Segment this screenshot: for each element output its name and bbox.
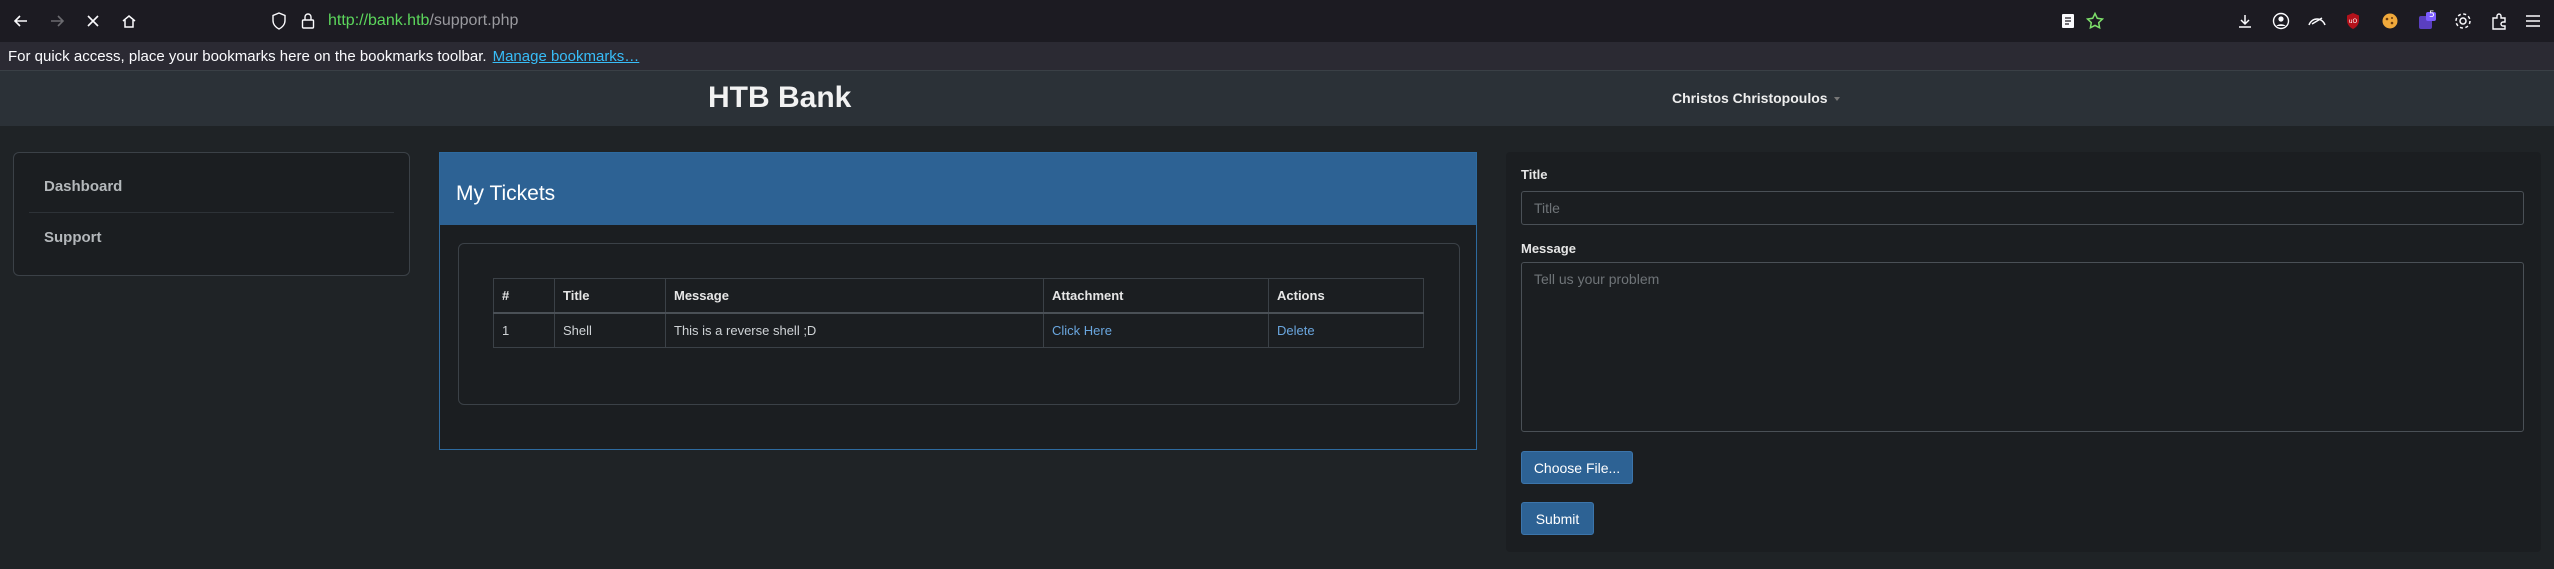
- back-icon[interactable]: [10, 10, 32, 32]
- forward-icon[interactable]: [46, 10, 68, 32]
- table-row: 1 Shell This is a reverse shell ;D Click…: [493, 312, 1424, 348]
- delete-link[interactable]: Delete: [1268, 312, 1424, 348]
- column-header-actions: Actions: [1268, 278, 1424, 314]
- url-bar[interactable]: http://bank.htb/support.php: [270, 5, 2080, 37]
- tickets-panel: My Tickets # Title Message Attachment Ac…: [439, 152, 1477, 450]
- bookmarks-hint: For quick access, place your bookmarks h…: [8, 47, 487, 65]
- column-header-attachment: Attachment: [1043, 278, 1269, 314]
- tickets-title: My Tickets: [456, 182, 556, 205]
- bookmarks-toolbar: For quick access, place your bookmarks h…: [0, 42, 2554, 70]
- choose-file-button[interactable]: Choose File...: [1521, 451, 1633, 484]
- column-header-id: #: [493, 278, 555, 314]
- sidebar-item-support[interactable]: Support: [44, 229, 102, 246]
- user-name: Christos Christopoulos: [1672, 90, 1828, 106]
- attachment-link[interactable]: Click Here: [1043, 312, 1269, 348]
- extension-badge-icon[interactable]: 5: [2416, 10, 2438, 32]
- table-header-row: # Title Message Attachment Actions: [493, 278, 1424, 314]
- column-header-title: Title: [554, 278, 666, 314]
- tickets-panel-header: My Tickets: [440, 153, 1476, 225]
- downloads-icon[interactable]: [2234, 10, 2256, 32]
- url-text[interactable]: http://bank.htb/support.php: [328, 12, 518, 30]
- title-label: Title: [1521, 167, 1548, 182]
- extension-icon[interactable]: [2306, 10, 2328, 32]
- ticket-message: This is a reverse shell ;D: [665, 312, 1044, 348]
- user-menu[interactable]: Christos Christopoulos: [1672, 90, 1840, 106]
- sidebar-item-dashboard[interactable]: Dashboard: [44, 178, 122, 195]
- sidebar: Dashboard Support: [13, 152, 410, 276]
- url-host: http://bank.htb: [328, 12, 430, 29]
- brand-title[interactable]: HTB Bank: [708, 81, 851, 115]
- reader-mode-icon[interactable]: [2057, 10, 2079, 32]
- extensions-puzzle-icon[interactable]: [2488, 10, 2510, 32]
- app-header: HTB Bank Christos Christopoulos: [0, 70, 2554, 126]
- tickets-table: # Title Message Attachment Actions 1 She…: [493, 278, 1424, 348]
- account-icon[interactable]: [2270, 10, 2292, 32]
- message-textarea[interactable]: [1521, 262, 2524, 432]
- column-header-message: Message: [665, 278, 1044, 314]
- lock-icon[interactable]: [301, 12, 315, 34]
- extension-badge-count: 5: [2429, 10, 2435, 20]
- stop-icon[interactable]: [82, 10, 104, 32]
- submit-button[interactable]: Submit: [1521, 502, 1594, 535]
- browser-toolbar: http://bank.htb/support.php uO 5: [0, 0, 2554, 42]
- settings-icon[interactable]: [2452, 10, 2474, 32]
- title-input[interactable]: [1521, 191, 2524, 225]
- sidebar-divider: [29, 212, 394, 213]
- home-icon[interactable]: [118, 10, 140, 32]
- ticket-id: 1: [493, 312, 555, 348]
- caret-down-icon: [1833, 97, 1840, 102]
- svg-text:uO: uO: [2349, 18, 2358, 25]
- cookie-icon[interactable]: [2379, 10, 2401, 32]
- menu-icon[interactable]: [2522, 10, 2544, 32]
- shield-icon[interactable]: [271, 12, 287, 34]
- url-path: /support.php: [429, 12, 519, 29]
- manage-bookmarks-link[interactable]: Manage bookmarks…: [493, 48, 640, 65]
- ticket-title: Shell: [554, 312, 666, 348]
- tickets-table-panel: # Title Message Attachment Actions 1 She…: [458, 243, 1460, 405]
- new-ticket-form: Title Message Choose File... Submit: [1506, 152, 2541, 552]
- message-label: Message: [1521, 241, 1576, 256]
- bookmark-star-icon[interactable]: [2084, 10, 2106, 32]
- ublock-icon[interactable]: uO: [2342, 10, 2364, 32]
